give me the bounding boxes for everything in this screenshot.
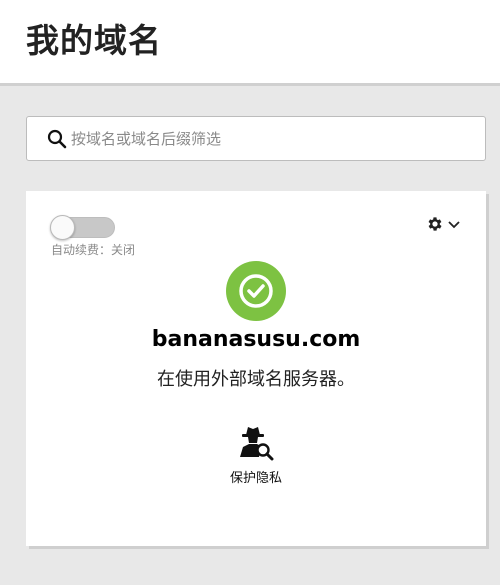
auto-renew-toggle[interactable] [50,215,115,240]
page-title: 我的域名 [26,21,162,60]
page-header: 我的域名 [0,0,500,86]
search-input[interactable] [71,125,471,153]
domain-card: 自动续费：关闭 bananasusu.com 在使用外部域名服务器。 保护隐私 [26,191,486,546]
settings-menu-button[interactable] [426,215,464,237]
search-icon [47,129,67,149]
check-circle-icon [226,261,286,321]
privacy-protection-button[interactable]: 保护隐私 [206,423,306,489]
privacy-spy-icon [237,423,275,461]
domain-status-text: 在使用外部域名服务器。 [157,369,355,390]
domain-name[interactable]: bananasusu.com [26,327,486,352]
auto-renew-label: 自动续费：关闭 [51,243,136,257]
chevron-down-icon [448,221,460,229]
privacy-protection-label: 保护隐私 [229,471,282,486]
search-box[interactable] [26,116,486,161]
gear-icon [428,217,442,231]
toggle-knob [50,215,75,240]
